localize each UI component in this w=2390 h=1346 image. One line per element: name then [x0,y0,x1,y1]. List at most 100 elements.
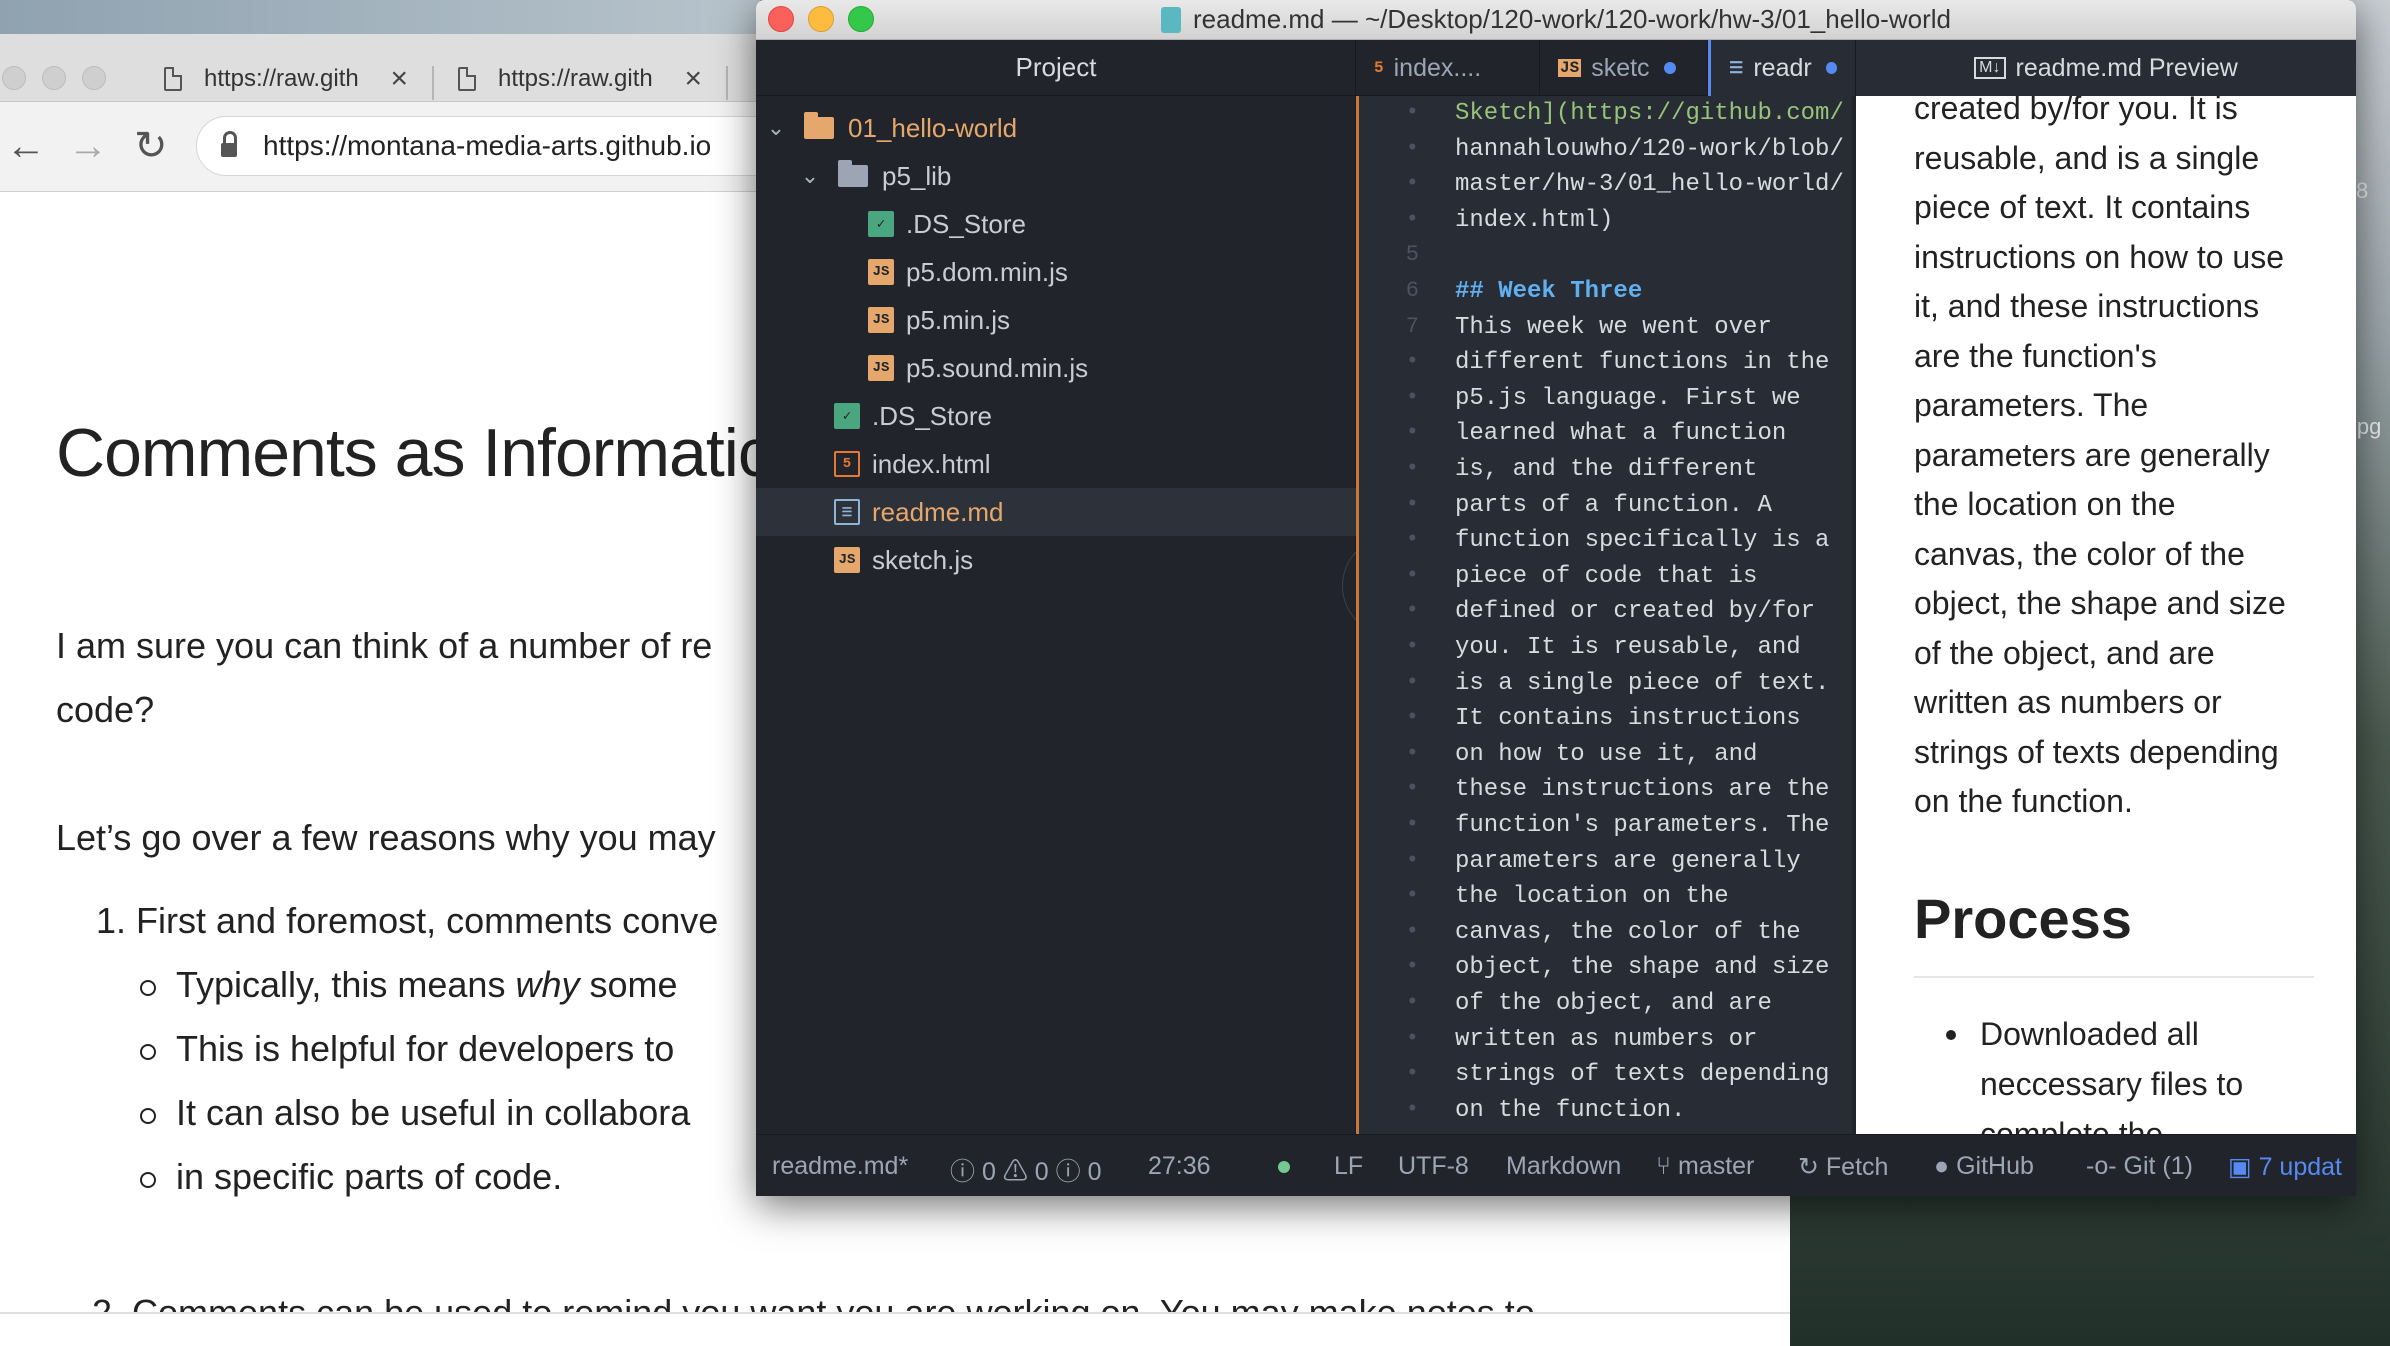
linter-status[interactable]: ⓘ 0 ⚠ 0 ⓘ 0 [950,1152,1102,1188]
folder-icon [804,112,834,139]
line-number: • [1405,1096,1419,1122]
reload-icon[interactable]: ↻ [134,124,168,168]
code-line: strings of texts depending [1455,1061,1830,1089]
sub-list-text: Typically, this means [176,964,516,1005]
tree-item-01-hello-world[interactable]: ⌄ 01_hello-world [756,104,1356,152]
tree-item-p5-lib[interactable]: ⌄ p5_lib [756,152,1356,200]
status-file-name[interactable]: readme.md* [772,1152,908,1181]
line-ending[interactable]: LF [1334,1152,1363,1181]
tab-sketch[interactable]: JS sketc [1540,40,1708,96]
close-icon[interactable]: × [684,62,702,96]
code-line: piece of code that is [1455,562,1758,590]
sub-list-item: Typically, this means why some [140,964,678,1006]
sub-list-item-continued: in specific parts of code. [139,1156,563,1198]
tree-item-label: p5.sound.min.js [906,352,1089,383]
browser-close-button[interactable] [2,66,26,90]
tree-item-p5-dom[interactable]: JS p5.dom.min.js [756,248,1356,296]
markdown-icon: M↓ [1974,57,2006,79]
sub-list-item: This is helpful for developers to [139,1028,675,1069]
minimize-button[interactable] [808,6,834,32]
tab-index-html[interactable]: 5 index.... [1356,40,1540,96]
code-line: these instructions are the [1455,776,1830,804]
preview-text-line: written as numbers or [1914,684,2222,720]
preview-text-line: it, and these instructions [1914,288,2260,324]
tab-separator [726,66,728,100]
browser-tab[interactable]: https://raw.gith × [146,56,426,102]
folder-icon [838,160,868,187]
tree-item-ds-store[interactable]: ✓ .DS_Store [756,392,1356,440]
atom-editor-window: readme.md — ~/Desktop/120-work/120-work/… [756,0,2356,1196]
line-number: • [1405,847,1419,873]
js-file-icon: JS [1558,59,1582,77]
tab-readme-preview[interactable]: M↓ readme.md Preview [1856,40,2356,96]
preview-text-line: are the function's [1914,337,2157,374]
tree-item-sketch-js[interactable]: JS sketch.js [756,536,1356,584]
sync-icon: ↻ [1798,1153,1819,1181]
tab-label: readme.md Preview [2015,53,2238,82]
tab-readme[interactable]: ☰ readr [1708,40,1856,96]
code-line: defined or created by/for [1455,598,1816,626]
js-file-icon: JS [834,547,860,573]
line-number: • [1405,634,1419,659]
zoom-button[interactable] [848,6,874,32]
tree-item-label: .DS_Store [872,400,992,431]
close-icon[interactable]: × [390,62,408,96]
tree-item-label: .DS_Store [906,208,1026,239]
tree-item-readme[interactable]: ☰ readme.md [756,488,1356,536]
close-button[interactable] [768,6,794,32]
line-number: • [1405,598,1419,624]
line-number-gutter: • • • • 5 6 7 • • • • • • • • • • • • • • • • • • • • • • [1359,96,1439,1134]
code-line: is a single piece of text. [1455,669,1830,697]
project-panel-header: Project [756,40,1356,96]
chevron-down-icon: ⌄ [766,115,786,140]
fetch-button[interactable]: ↻ Fetch [1798,1152,1888,1182]
tree-item-label: index.html [872,448,991,479]
info-icon: ⓘ [1055,1158,1081,1186]
line-number: • [1405,491,1419,517]
grammar-selector[interactable]: Markdown [1506,1152,1621,1181]
preview-text-line: reusable, and is a single [1914,139,2260,176]
browser-minimize-button[interactable] [42,66,66,90]
code-editor[interactable]: • • • • 5 6 7 • • • • • • • • • • • • • • • • • • • • • • Sketch](ht… [1356,96,1852,1134]
browser-tab[interactable]: https://raw.gith × [440,56,720,102]
line-number: • [1405,420,1419,446]
line-number: • [1405,954,1419,980]
line-number: • [1405,918,1419,944]
cursor-position[interactable]: 27:36 [1148,1152,1211,1181]
updates-button[interactable]: ▣ 7 updat [2228,1152,2342,1182]
tree-item-p5-sound[interactable]: JS p5.sound.min.js [756,344,1356,392]
file-encoding[interactable]: UTF-8 [1398,1152,1469,1181]
paragraph: Let’s go over a few reasons why you may [56,817,716,858]
window-title: readme.md — ~/Desktop/120-work/120-work/… [1193,4,1951,34]
git-branch[interactable]: ⑂ master [1656,1152,1754,1181]
ds-store-icon: ✓ [868,211,894,237]
desktop-top-strip [0,0,760,34]
paragraph-line: code? [56,689,155,730]
emphasis-text: why [515,964,580,1005]
tree-item-ds-store[interactable]: ✓ .DS_Store [756,200,1356,248]
line-number: • [1405,1061,1419,1087]
code-line: index.html) [1455,206,1614,234]
tree-item-p5-min[interactable]: JS p5.min.js [756,296,1356,344]
branch-icon: ⑂ [1656,1152,1672,1180]
github-button[interactable]: ● GitHub [1934,1152,2034,1181]
line-number: • [1405,705,1419,731]
sub-list-text: in specific parts of code. [176,1156,563,1197]
warning-icon: ⚠ [1002,1158,1028,1186]
sub-list-text: some [579,964,678,1005]
code-line: canvas, the color of the [1455,918,1801,946]
code-line: p5.js language. First we [1455,384,1801,412]
preview-text-line: of the object, and are [1914,634,2215,671]
js-file-icon: JS [868,355,894,381]
tree-item-index-html[interactable]: 5 index.html [756,440,1356,488]
back-arrow-icon[interactable]: ← [6,124,46,168]
tree-item-label: p5_lib [882,160,952,191]
code-line: you. It is reusable, and [1455,634,1801,661]
markdown-file-icon [1161,6,1182,33]
browser-zoom-button[interactable] [82,66,106,90]
modified-dot-icon [1825,62,1837,74]
line-number: • [1405,1025,1419,1051]
desktop-file-label: jpg [2352,414,2382,439]
forward-arrow-icon[interactable]: → [68,124,108,168]
git-panel-button[interactable]: -o- Git (1) [2086,1152,2193,1181]
